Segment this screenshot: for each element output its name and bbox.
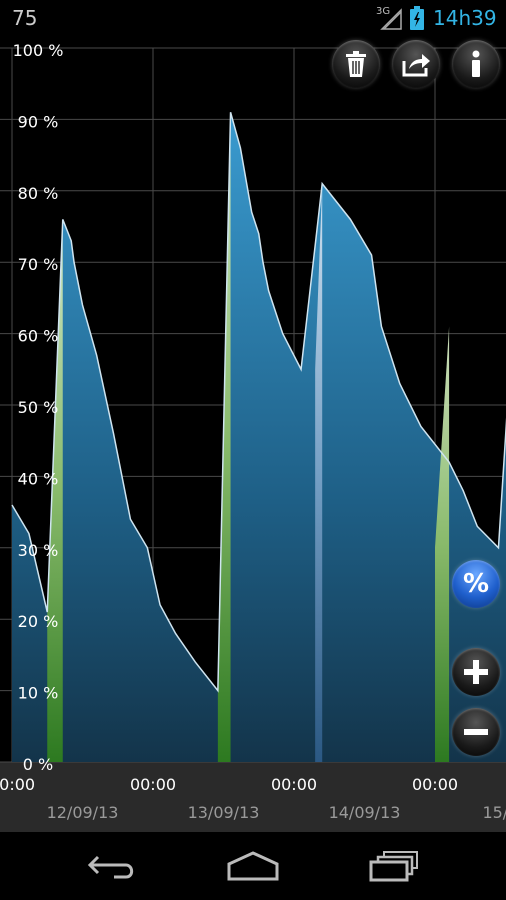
chart-svg: 0 % 10 % 20 % 30 % 40 % 50 % 60 % 70 % 80 % 90 % 1… (0, 41, 506, 832)
share-icon (402, 54, 430, 77)
trash-icon (346, 51, 366, 77)
info-icon (472, 50, 480, 77)
battery-history-chart[interactable]: 0 % 10 % 20 % 30 % 40 % 50 % 60 % 70 % 80 % 90 % 1… (0, 36, 506, 832)
y-tick-label: 90 % (18, 112, 59, 131)
x-time-label: 00:00 (130, 775, 176, 794)
y-tick-label: 60 % (18, 327, 59, 346)
x-date-label: 14/09/13 (329, 803, 401, 822)
signal-icon (380, 8, 402, 30)
clock: 14h39 (433, 6, 497, 30)
recent-apps-button[interactable] (339, 832, 449, 900)
y-tick-label: 70 % (18, 255, 59, 274)
share-button[interactable] (392, 40, 440, 88)
battery-charging-icon (410, 6, 424, 30)
zoom-in-button[interactable] (452, 648, 500, 696)
back-icon (87, 855, 134, 879)
x-time-label: 00:00 (412, 775, 458, 794)
y-tick-label: 30 % (18, 541, 59, 560)
home-button[interactable] (198, 832, 308, 900)
discharge-area (12, 112, 506, 762)
percent-mode-button[interactable]: % (452, 560, 500, 608)
x-time-label: 00:00 (271, 775, 317, 794)
y-tick-label: 10 % (18, 684, 59, 703)
y-tick-label: 100 % (13, 41, 64, 60)
minus-icon (464, 729, 488, 735)
x-date-label: 15/09 (482, 803, 506, 822)
y-tick-label: 0 % (23, 755, 53, 774)
y-tick-label: 40 % (18, 469, 59, 488)
y-tick-label: 20 % (18, 612, 59, 631)
navigation-bar (0, 832, 506, 900)
charge-segment (47, 219, 63, 763)
plus-icon (464, 660, 488, 684)
x-date-label: 13/09/13 (188, 803, 260, 822)
zoom-out-button[interactable] (452, 708, 500, 756)
battery-level-text: 75 (12, 6, 38, 30)
charge-segment (435, 326, 450, 762)
status-bar: 75 3G 14h39 (0, 0, 506, 36)
back-button[interactable] (57, 832, 167, 900)
delete-button[interactable] (332, 40, 380, 88)
y-tick-label: 80 % (18, 184, 59, 203)
percent-label: % (462, 569, 490, 599)
chart-areas (12, 112, 506, 763)
y-tick-label: 50 % (18, 398, 59, 417)
recent-apps-icon (369, 851, 418, 882)
x-time-label: 00:00 (0, 775, 35, 794)
x-date-label: 12/09/13 (47, 803, 119, 822)
home-icon (227, 851, 279, 881)
info-button[interactable] (452, 40, 500, 88)
